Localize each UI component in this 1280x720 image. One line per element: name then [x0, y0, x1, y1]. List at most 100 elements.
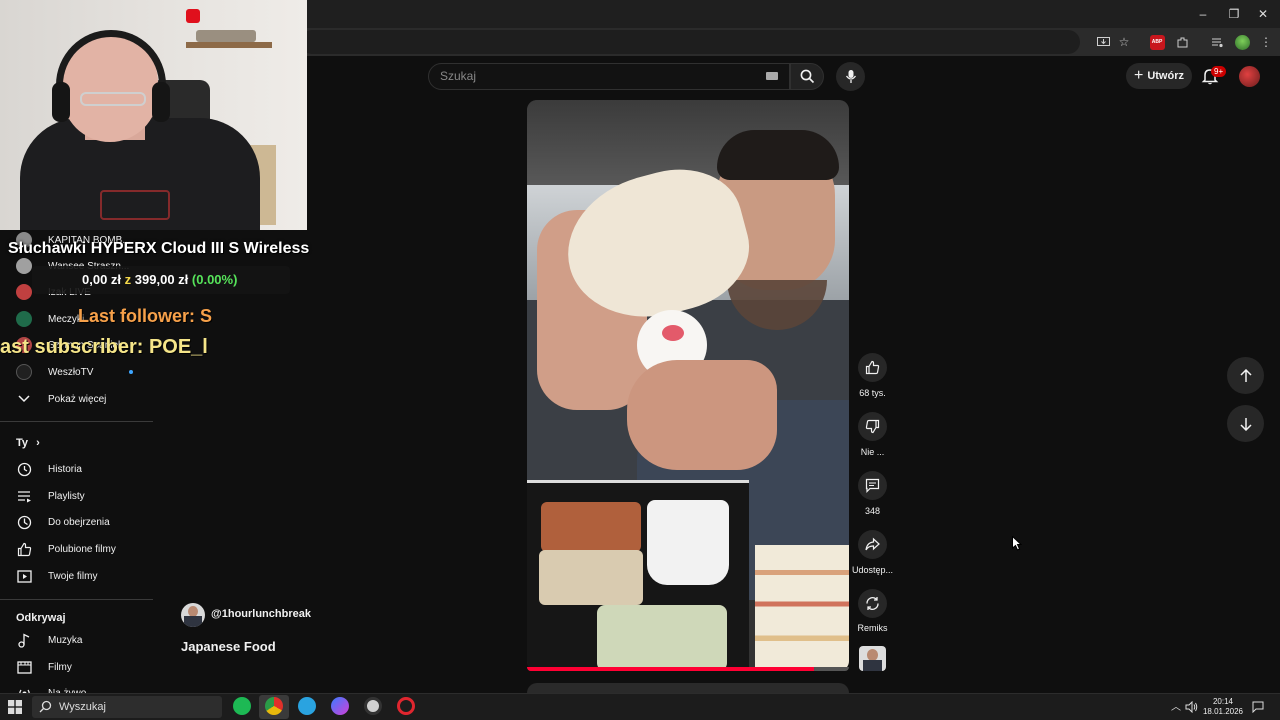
- next-short-preview: [527, 683, 849, 693]
- voice-search-button[interactable]: [836, 62, 865, 91]
- sidebar-item-playlists[interactable]: Playlisty: [0, 483, 153, 509]
- katsu: [541, 502, 641, 552]
- create-button[interactable]: + Utwórz: [1126, 63, 1192, 89]
- remix-button[interactable]: [858, 589, 887, 618]
- sidebar-item-watch-later[interactable]: Do obejrzenia: [0, 509, 153, 535]
- rice: [539, 550, 643, 605]
- browser-menu-icon[interactable]: ⋮: [1257, 33, 1275, 51]
- plus-icon: +: [1133, 67, 1144, 84]
- show-more-button[interactable]: Pokaż więcej: [0, 386, 153, 412]
- search-button[interactable]: [790, 63, 824, 90]
- short-video-player[interactable]: [527, 100, 849, 671]
- history-icon: [16, 461, 32, 477]
- adblock-icon[interactable]: ABP: [1148, 33, 1166, 51]
- your-videos-icon: [16, 568, 32, 584]
- telegram-icon[interactable]: [298, 697, 316, 715]
- watch-later-icon: [16, 514, 32, 530]
- microphone-icon: [845, 70, 856, 83]
- video-progress-bar[interactable]: [527, 667, 849, 671]
- comment-icon: [865, 478, 880, 493]
- red-logo-icon: [186, 9, 200, 23]
- sidebar-item-music[interactable]: Muzyka: [0, 627, 153, 653]
- next-short-button[interactable]: [1227, 405, 1264, 442]
- share-icon: [865, 537, 880, 551]
- install-app-icon[interactable]: [1094, 33, 1112, 51]
- opera-icon[interactable]: [397, 697, 415, 715]
- strawberry: [662, 325, 684, 341]
- comments-button[interactable]: [858, 471, 887, 500]
- headset-ear-left: [52, 82, 70, 122]
- previous-short-button[interactable]: [1227, 357, 1264, 394]
- chrome-icon[interactable]: [265, 697, 283, 715]
- shelf-items: [196, 30, 256, 42]
- sidebar-item-history[interactable]: Historia: [0, 456, 153, 482]
- sidebar-item-label: Historia: [48, 463, 82, 475]
- cabbage: [597, 605, 727, 671]
- bookmark-star-icon[interactable]: ☆: [1115, 33, 1133, 51]
- you-section-title[interactable]: Ty ›: [16, 437, 40, 449]
- goal-current: 0,00 zł: [82, 272, 122, 287]
- like-count: 68 tys.: [859, 388, 886, 398]
- windows-start-button[interactable]: [8, 700, 22, 714]
- channel-avatar[interactable]: [181, 603, 205, 627]
- like-button[interactable]: [858, 353, 887, 382]
- headset-band: [56, 30, 166, 90]
- avatar-suit: [184, 616, 202, 627]
- spotify-icon[interactable]: [233, 697, 251, 715]
- search-input[interactable]: [428, 63, 790, 90]
- keyboard-icon[interactable]: [766, 72, 778, 80]
- last-subscriber-text: ast subscriber: POE_l: [0, 336, 208, 358]
- sidebar-item-label: Filmy: [48, 661, 72, 673]
- show-more-label: Pokaż więcej: [48, 393, 107, 405]
- webcam-overlay: [0, 0, 307, 230]
- sidebar-item-liked-videos[interactable]: Polubione filmy: [0, 536, 153, 562]
- sidebar-item-movies[interactable]: Filmy: [0, 654, 153, 680]
- minimize-button[interactable]: –: [1186, 0, 1220, 28]
- clock-date: 18.01.2026: [1202, 707, 1244, 716]
- media-controls-icon[interactable]: [1208, 33, 1226, 51]
- sidebar-item-your-videos[interactable]: Twoje filmy: [0, 563, 153, 589]
- movies-icon: [16, 659, 32, 675]
- sandwiches: [755, 545, 849, 671]
- close-window-button[interactable]: ✕: [1246, 0, 1280, 28]
- address-bar[interactable]: [300, 30, 1080, 54]
- windows-logo-icon: [8, 700, 22, 714]
- tray-chevron-up-icon[interactable]: ︿: [1171, 698, 1181, 713]
- last-follower-text: Last follower: S: [78, 306, 213, 326]
- account-avatar[interactable]: [1239, 66, 1260, 87]
- profile-icon[interactable]: [1233, 33, 1251, 51]
- live-dot-icon: [129, 370, 133, 374]
- volume-icon[interactable]: [1185, 700, 1198, 718]
- profile-avatar: [1234, 34, 1250, 50]
- search-placeholder: Szukaj: [440, 69, 477, 83]
- goal-target: 399,00 zł: [134, 272, 189, 287]
- share-label: Udostęp...: [851, 565, 894, 575]
- dislike-label: Nie ...: [860, 447, 885, 457]
- taskbar-clock[interactable]: 20:14 18.01.2026: [1200, 697, 1246, 717]
- share-button[interactable]: [858, 530, 887, 559]
- search-icon: [800, 69, 814, 84]
- glasses: [80, 92, 146, 106]
- sidebar-item-label: Muzyka: [48, 634, 83, 646]
- comment-count: 348: [864, 506, 881, 516]
- screen: – ❐ ✕ ☆ ABP ⋮ Szukaj + Utwórz 9+ KAPITAN…: [0, 0, 1280, 720]
- clock-app-icon[interactable]: [364, 697, 382, 715]
- chevron-right-icon: ›: [36, 437, 40, 449]
- playlist-icon: [16, 488, 32, 504]
- goal-separator: z: [124, 272, 132, 287]
- pointing-hand: [627, 360, 777, 470]
- video-progress-fill: [527, 667, 814, 671]
- channel-avatar: [16, 311, 32, 327]
- sidebar-item-label: Do obejrzenia: [48, 516, 110, 528]
- sound-thumbnail[interactable]: [859, 646, 886, 671]
- sauce-cup: [647, 500, 729, 585]
- channel-handle[interactable]: @1hourlunchbreak: [211, 608, 311, 620]
- extensions-icon[interactable]: [1173, 33, 1191, 51]
- goal-title: Słuchawki HYPERX Cloud III S Wireless: [8, 240, 310, 257]
- music-icon: [16, 632, 32, 648]
- headset-ear-right: [152, 82, 170, 122]
- subscription-item[interactable]: WeszłoTV: [0, 359, 153, 385]
- dislike-button[interactable]: [858, 412, 887, 441]
- notification-center-icon[interactable]: [1252, 700, 1264, 718]
- messenger-icon[interactable]: [331, 697, 349, 715]
